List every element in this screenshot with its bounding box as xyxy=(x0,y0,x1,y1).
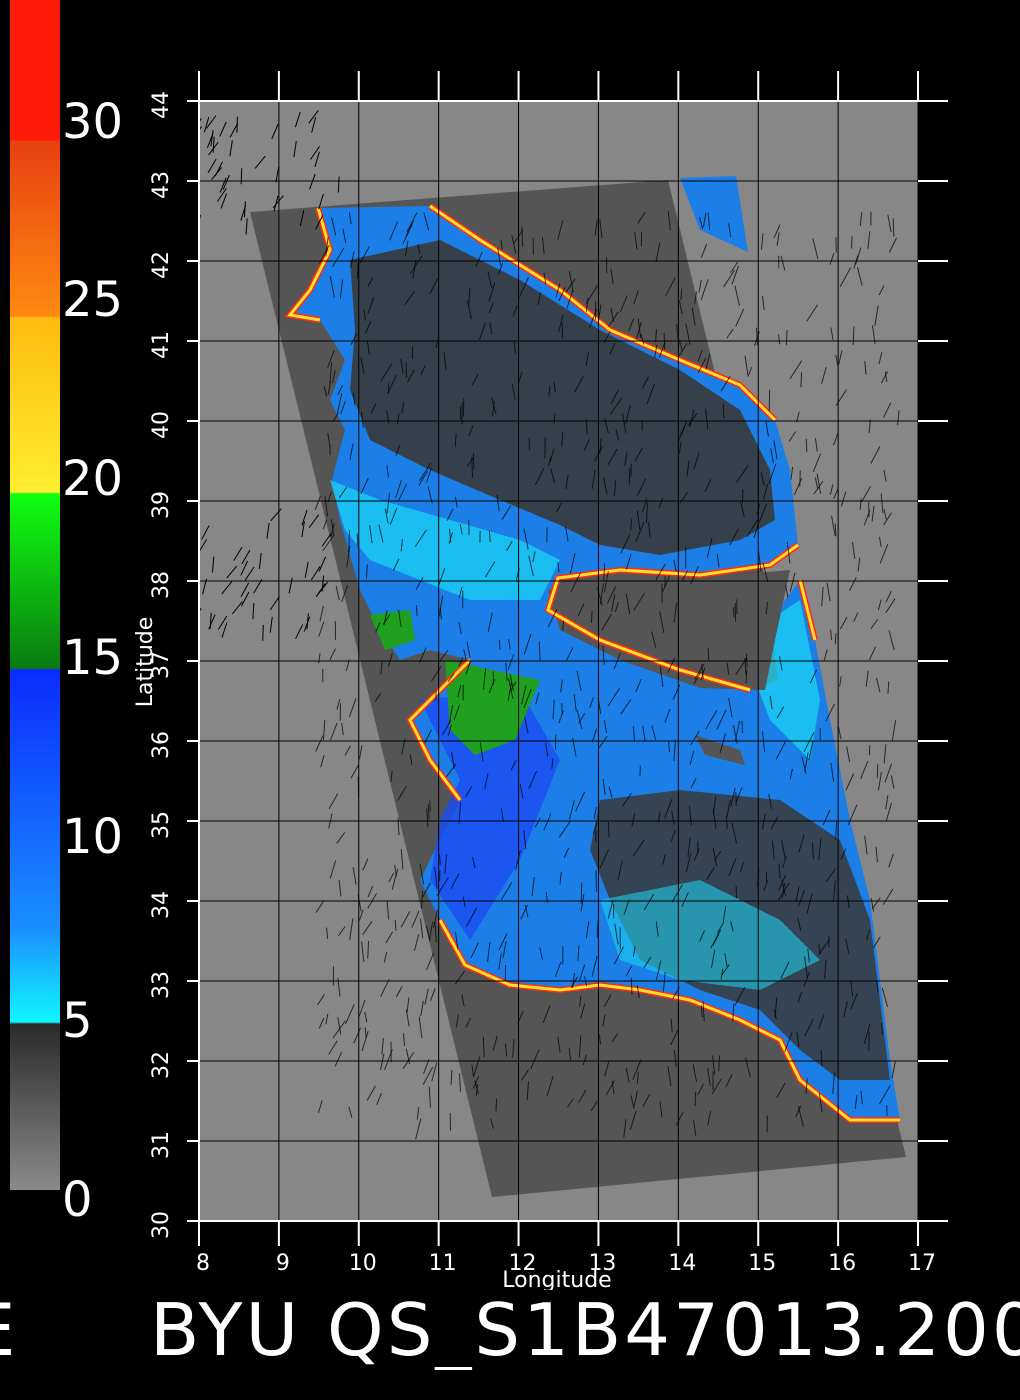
wind-vector xyxy=(800,372,803,388)
lat-tick-label-39: 39 xyxy=(149,491,174,519)
wind-vector xyxy=(630,463,632,477)
footer-prefix: E xyxy=(0,1290,19,1370)
lat-tick-label-31: 31 xyxy=(149,1131,174,1159)
lon-tick-label-10: 10 xyxy=(349,1251,377,1276)
wind-vector xyxy=(595,869,597,892)
lat-tick-label-43: 43 xyxy=(149,171,174,199)
wind-vector xyxy=(580,882,583,904)
wind-vector xyxy=(834,633,837,645)
wind-vector xyxy=(722,403,725,419)
footer-caption: E BYU QS_S1B47013.200 xyxy=(0,1290,1020,1370)
footer-title: BYU QS_S1B47013.200 xyxy=(150,1290,1020,1370)
wind-vector xyxy=(498,639,501,650)
lat-tick-label-38: 38 xyxy=(149,571,174,599)
x-axis-title: Longitude xyxy=(502,1268,611,1290)
lat-tick-label-35: 35 xyxy=(149,811,174,839)
wind-vector xyxy=(240,168,243,185)
lat-tick-label-32: 32 xyxy=(149,1051,174,1079)
wind-vector xyxy=(707,647,710,661)
wind-vector xyxy=(596,920,599,938)
wind-vector xyxy=(561,702,563,715)
lat-tick-label-44: 44 xyxy=(149,91,174,119)
lat-tick-label-30: 30 xyxy=(149,1211,174,1239)
y-axis-title: Latitude xyxy=(133,617,158,708)
lat-tick-label-33: 33 xyxy=(149,971,174,999)
lon-tick-label-14: 14 xyxy=(668,1251,696,1276)
lon-tick-label-17: 17 xyxy=(908,1251,936,1276)
lon-tick-label-8: 8 xyxy=(196,1251,210,1276)
lon-tick-label-16: 16 xyxy=(828,1251,856,1276)
lat-tick-label-34: 34 xyxy=(149,891,174,919)
wind-map: 8 9 10 11 12 13 14 15 16 173031323334353637383940… xyxy=(133,71,948,1290)
wind-vector xyxy=(528,438,531,451)
lon-tick-label-11: 11 xyxy=(429,1251,457,1276)
lon-tick-label-9: 9 xyxy=(276,1251,290,1276)
wind-vector xyxy=(262,624,264,641)
wind-vector xyxy=(607,822,610,838)
lon-tick-label-15: 15 xyxy=(748,1251,776,1276)
lat-tick-label-41: 41 xyxy=(149,331,174,359)
lat-tick-label-36: 36 xyxy=(149,731,174,759)
wind-vector xyxy=(785,329,788,346)
wind-vector xyxy=(236,116,238,133)
wind-vector xyxy=(694,1091,697,1107)
lat-tick-label-40: 40 xyxy=(149,411,174,439)
lat-tick-label-42: 42 xyxy=(149,251,174,279)
wind-vector xyxy=(495,1098,498,1112)
